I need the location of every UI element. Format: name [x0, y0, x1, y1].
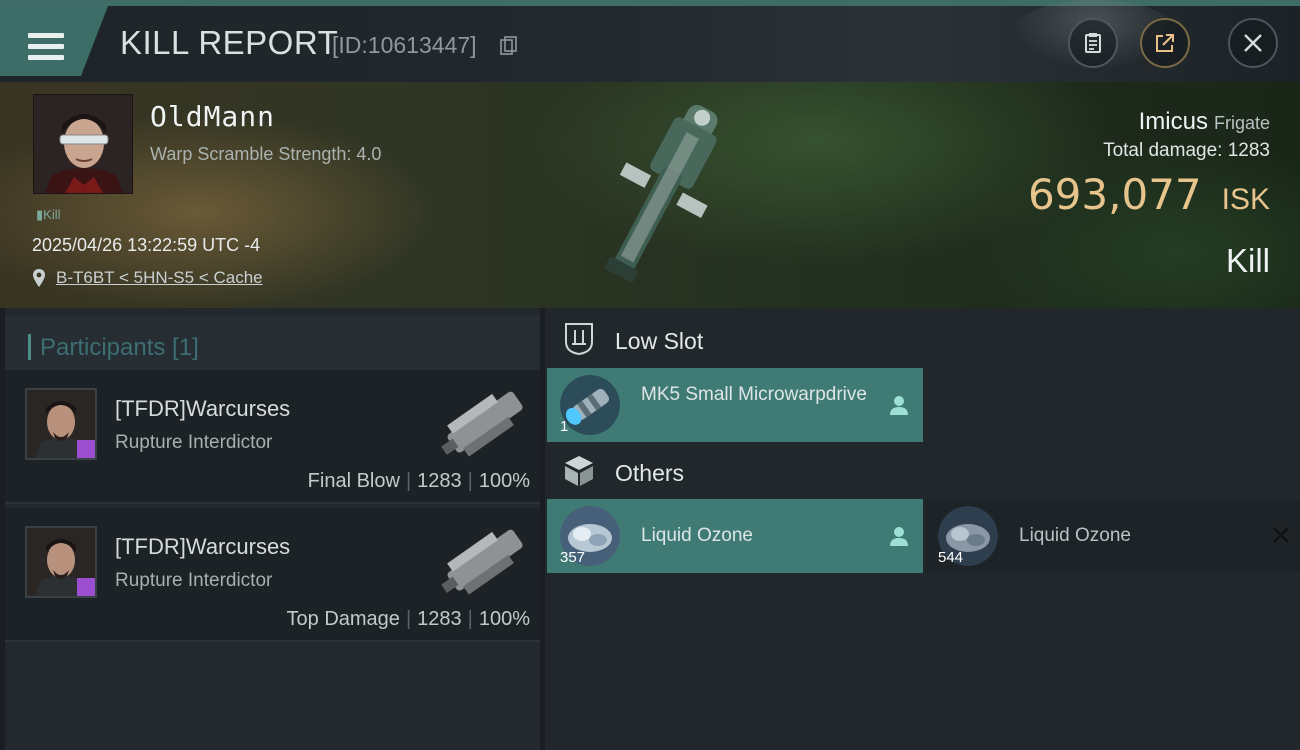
page-title: KILL REPORT — [120, 24, 339, 61]
participant-stats: Top Damage | 1283 | 100% — [286, 608, 530, 630]
clipboard-icon — [1085, 33, 1101, 53]
total-damage-value: 1283 — [1227, 140, 1270, 161]
kill-datetime: 2025/04/26 13:22:59 UTC -4 — [32, 235, 261, 255]
kill-result: Kill — [1225, 242, 1270, 279]
participant-ship: Rupture Interdictor — [115, 570, 273, 591]
participants-header-bar — [28, 334, 31, 360]
close-icon — [1244, 34, 1262, 52]
participant-damage: 1283 — [417, 608, 462, 630]
participant-avatar[interactable] — [25, 526, 97, 598]
victim-subtitle: Warp Scramble Strength: 4.0 — [150, 144, 382, 164]
share-icon — [1156, 34, 1174, 52]
module-qty: 1 — [560, 418, 569, 435]
participant-name[interactable]: [TFDR]Warcurses — [115, 534, 290, 560]
participant-avatar[interactable] — [25, 388, 97, 460]
cargo-name: Liquid Ozone — [641, 525, 753, 546]
share-button[interactable] — [1140, 18, 1190, 68]
victim-avatar[interactable] — [33, 94, 133, 194]
participant-stats: Final Blow | 1283 | 100% — [307, 470, 530, 492]
victim-ship-class: Frigate — [1213, 113, 1270, 133]
participant-role: Top Damage — [286, 608, 400, 630]
total-damage-label: Total damage: — [1103, 140, 1223, 161]
participants-title: Participants [1] — [40, 334, 199, 361]
victim-ship-line: Imicus Frigate — [1139, 108, 1270, 136]
portrait-image — [34, 95, 132, 193]
isk-unit: ISK — [1221, 183, 1270, 216]
participants-panel: Participants [1] [TFDR]Warcurses Rupture… — [5, 308, 540, 750]
low-slot-title: Low Slot — [615, 328, 704, 354]
fitting-panel: Low Slot 1 MK5 Small Microwarpdrive Othe… — [545, 308, 1300, 750]
participant-card[interactable]: [TFDR]Warcurses Rupture Interdictor Top … — [5, 508, 540, 642]
others-title: Others — [615, 460, 685, 486]
participants-header: Participants [1] — [5, 316, 540, 372]
menu-icon — [28, 33, 64, 61]
kill-location-link[interactable]: B-T6BT < 5HN-S5 < Cache — [56, 268, 263, 288]
others-cube-icon — [565, 456, 593, 486]
participant-damage: 1283 — [417, 470, 462, 492]
victim-banner: OldMann Warp Scramble Strength: 4.0 ▮Kil… — [0, 82, 1300, 308]
participant-card[interactable]: [TFDR]Warcurses Rupture Interdictor Fina… — [5, 370, 540, 504]
cargo-item[interactable]: 357 Liquid Ozone — [547, 499, 923, 573]
isk-value-line: 693,077 ISK — [1028, 170, 1270, 219]
cargo-qty: 357 — [560, 549, 586, 566]
victim-ship-name[interactable]: Imicus — [1139, 108, 1208, 135]
victim-name[interactable]: OldMann — [150, 100, 275, 133]
destroyed-x-icon — [1273, 527, 1289, 543]
microwarpdrive-icon — [560, 375, 620, 435]
dropped-owner-icon — [890, 527, 908, 546]
participant-ship-icon — [441, 391, 523, 457]
cargo-qty: 544 — [938, 549, 964, 566]
corp-badge — [77, 578, 95, 596]
participant-percent: 100% — [478, 608, 530, 630]
participant-name[interactable]: [TFDR]Warcurses — [115, 396, 290, 422]
module-item[interactable]: 1 MK5 Small Microwarpdrive — [547, 368, 923, 442]
cargo-item[interactable]: 544 Liquid Ozone — [925, 499, 1300, 573]
corp-badge — [77, 440, 95, 458]
cargo-name: Liquid Ozone — [1019, 525, 1131, 546]
victim-ship-render — [605, 104, 718, 283]
isk-value: 693,077 — [1027, 170, 1202, 219]
kill-tag-label: Kill — [43, 207, 61, 222]
clipboard-button[interactable] — [1068, 18, 1118, 68]
low-slot-icon — [565, 323, 593, 356]
report-id: [ID:10613447] — [332, 32, 477, 58]
participant-ship: Rupture Interdictor — [115, 432, 273, 453]
close-button[interactable] — [1228, 18, 1278, 68]
module-icon — [560, 375, 620, 435]
participant-ship-icon — [441, 529, 523, 595]
module-name: MK5 Small Microwarpdrive — [641, 384, 867, 405]
dropped-owner-icon — [890, 396, 908, 415]
menu-button[interactable] — [0, 6, 108, 76]
total-damage: Total damage: 1283 — [1103, 140, 1270, 162]
copy-icon[interactable] — [500, 36, 518, 56]
location-pin-icon — [33, 269, 45, 287]
kill-tag: ▮Kill — [36, 207, 61, 222]
participant-role: Final Blow — [307, 470, 400, 492]
participant-percent: 100% — [478, 470, 530, 492]
header-bar: KILL REPORT [ID:10613447] — [0, 0, 1300, 82]
